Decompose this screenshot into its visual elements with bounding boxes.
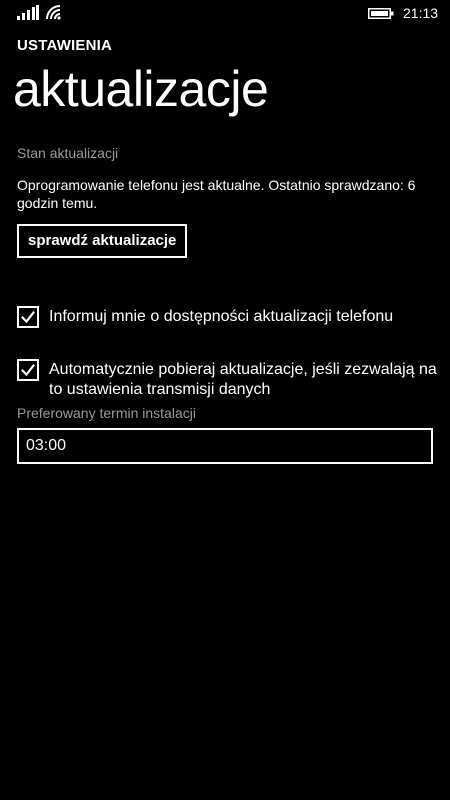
page-title: aktualizacje xyxy=(13,61,269,117)
notify-updates-checkbox[interactable] xyxy=(17,306,39,328)
status-bar: 21:13 xyxy=(0,0,450,26)
wifi-icon xyxy=(46,5,61,20)
app-title: USTAWIENIA xyxy=(17,37,113,54)
install-time-picker[interactable]: 03:00 xyxy=(17,428,433,464)
signal-bars-icon xyxy=(17,5,39,20)
update-status-label: Stan aktualizacji xyxy=(17,145,119,161)
check-updates-button[interactable]: sprawdź aktualizacje xyxy=(17,224,188,258)
auto-download-checkbox[interactable] xyxy=(17,359,39,381)
battery-icon xyxy=(368,8,394,19)
notify-updates-label: Informuj mnie o dostępności aktualizacji… xyxy=(49,308,394,325)
checkmark-icon xyxy=(21,363,35,377)
notify-updates-option[interactable]: Informuj mnie o dostępności aktualizacji… xyxy=(17,306,447,332)
auto-download-label: Automatycznie pobieraj aktualizacje, jeś… xyxy=(49,361,437,398)
update-status-text: Oprogramowanie telefonu jest aktualne. O… xyxy=(17,177,416,211)
clock: 21:13 xyxy=(403,5,439,21)
install-time-label: Preferowany termin instalacji xyxy=(17,405,196,421)
checkmark-icon xyxy=(21,310,35,324)
auto-download-option[interactable]: Automatycznie pobieraj aktualizacje, jeś… xyxy=(17,359,447,403)
